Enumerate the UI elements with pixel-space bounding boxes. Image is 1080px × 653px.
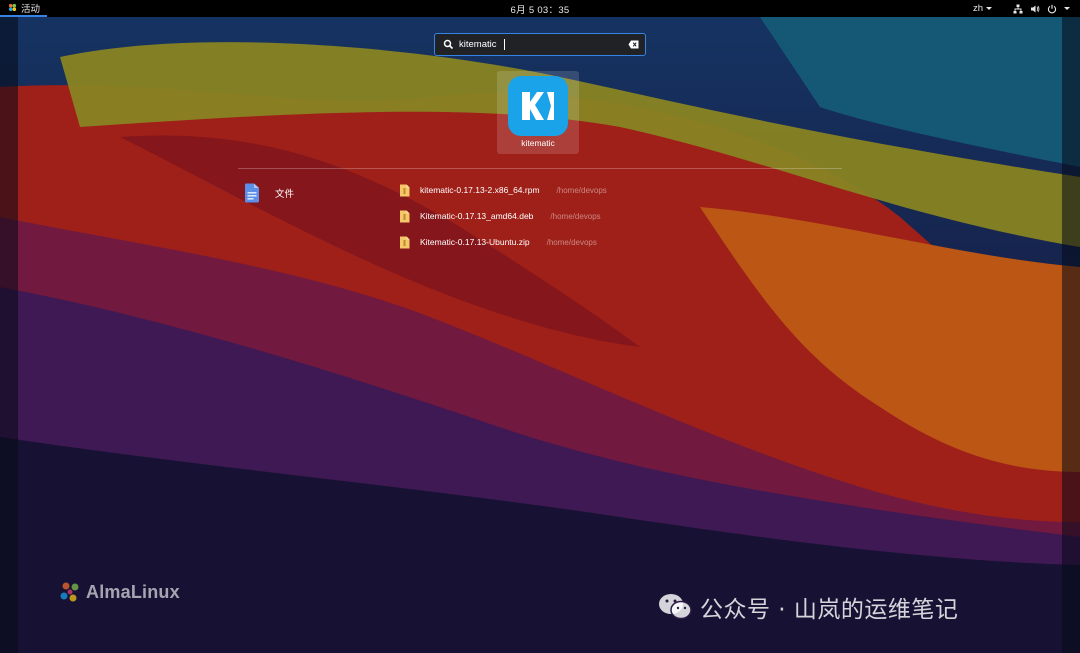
file-result[interactable]: kitematic-0.17.13-2.x86_64.rpm /home/dev… xyxy=(399,182,607,198)
volume-icon[interactable] xyxy=(1030,4,1040,14)
file-result[interactable]: Kitematic-0.17.13-Ubuntu.zip /home/devop… xyxy=(399,234,597,250)
app-result-kitematic[interactable]: kitematic xyxy=(497,71,579,154)
watermark-text: 公众号 · 山岚的运维笔记 xyxy=(700,597,959,623)
almalinux-wordmark: AlmaLinux xyxy=(86,581,180,602)
system-tray: zh xyxy=(973,0,1070,17)
search-box[interactable] xyxy=(434,33,646,56)
results-separator xyxy=(238,168,842,169)
archive-file-icon xyxy=(400,236,410,248)
workspace-strip-right[interactable] xyxy=(1062,17,1080,653)
power-icon[interactable] xyxy=(1047,4,1057,14)
workspace-strip-left[interactable] xyxy=(0,17,18,653)
language-label: zh xyxy=(972,3,983,14)
file-result-path: /home/devops xyxy=(556,185,607,195)
app-result-label: kitematic xyxy=(521,138,555,148)
chevron-down-icon xyxy=(986,7,992,10)
network-icon[interactable] xyxy=(1013,4,1023,14)
files-provider-label: 文件 xyxy=(275,189,295,200)
file-result-path: /home/devops xyxy=(546,237,597,247)
language-selector[interactable]: zh xyxy=(973,3,992,14)
almalinux-branding: AlmaLinux xyxy=(58,580,180,604)
files-provider[interactable]: 文件 xyxy=(244,183,294,203)
file-result-name: Kitematic-0.17.13_amd64.deb xyxy=(420,211,534,221)
wechat-icon xyxy=(659,594,692,620)
kitematic-app-icon xyxy=(508,76,568,136)
file-result[interactable]: Kitematic-0.17.13_amd64.deb /home/devops xyxy=(399,208,601,224)
archive-file-icon xyxy=(400,184,410,196)
wechat-watermark: 公众号 · 山岚的运维笔记 xyxy=(658,590,958,624)
system-menu-chevron-icon[interactable] xyxy=(1064,7,1070,10)
file-result-path: /home/devops xyxy=(550,211,601,221)
top-bar: 活动 6月 5 03：35 zh xyxy=(0,0,1080,17)
almalinux-logo-icon xyxy=(60,582,79,602)
file-result-name: kitematic-0.17.13-2.x86_64.rpm xyxy=(420,185,540,195)
files-app-icon xyxy=(245,183,259,203)
clear-search-icon[interactable] xyxy=(628,40,639,49)
search-input[interactable] xyxy=(459,37,619,52)
file-result-name: Kitematic-0.17.13-Ubuntu.zip xyxy=(420,237,530,247)
archive-file-icon xyxy=(400,210,410,222)
search-icon xyxy=(443,39,454,50)
text-cursor xyxy=(504,39,505,50)
clock[interactable]: 6月 5 03：35 xyxy=(0,2,1080,16)
